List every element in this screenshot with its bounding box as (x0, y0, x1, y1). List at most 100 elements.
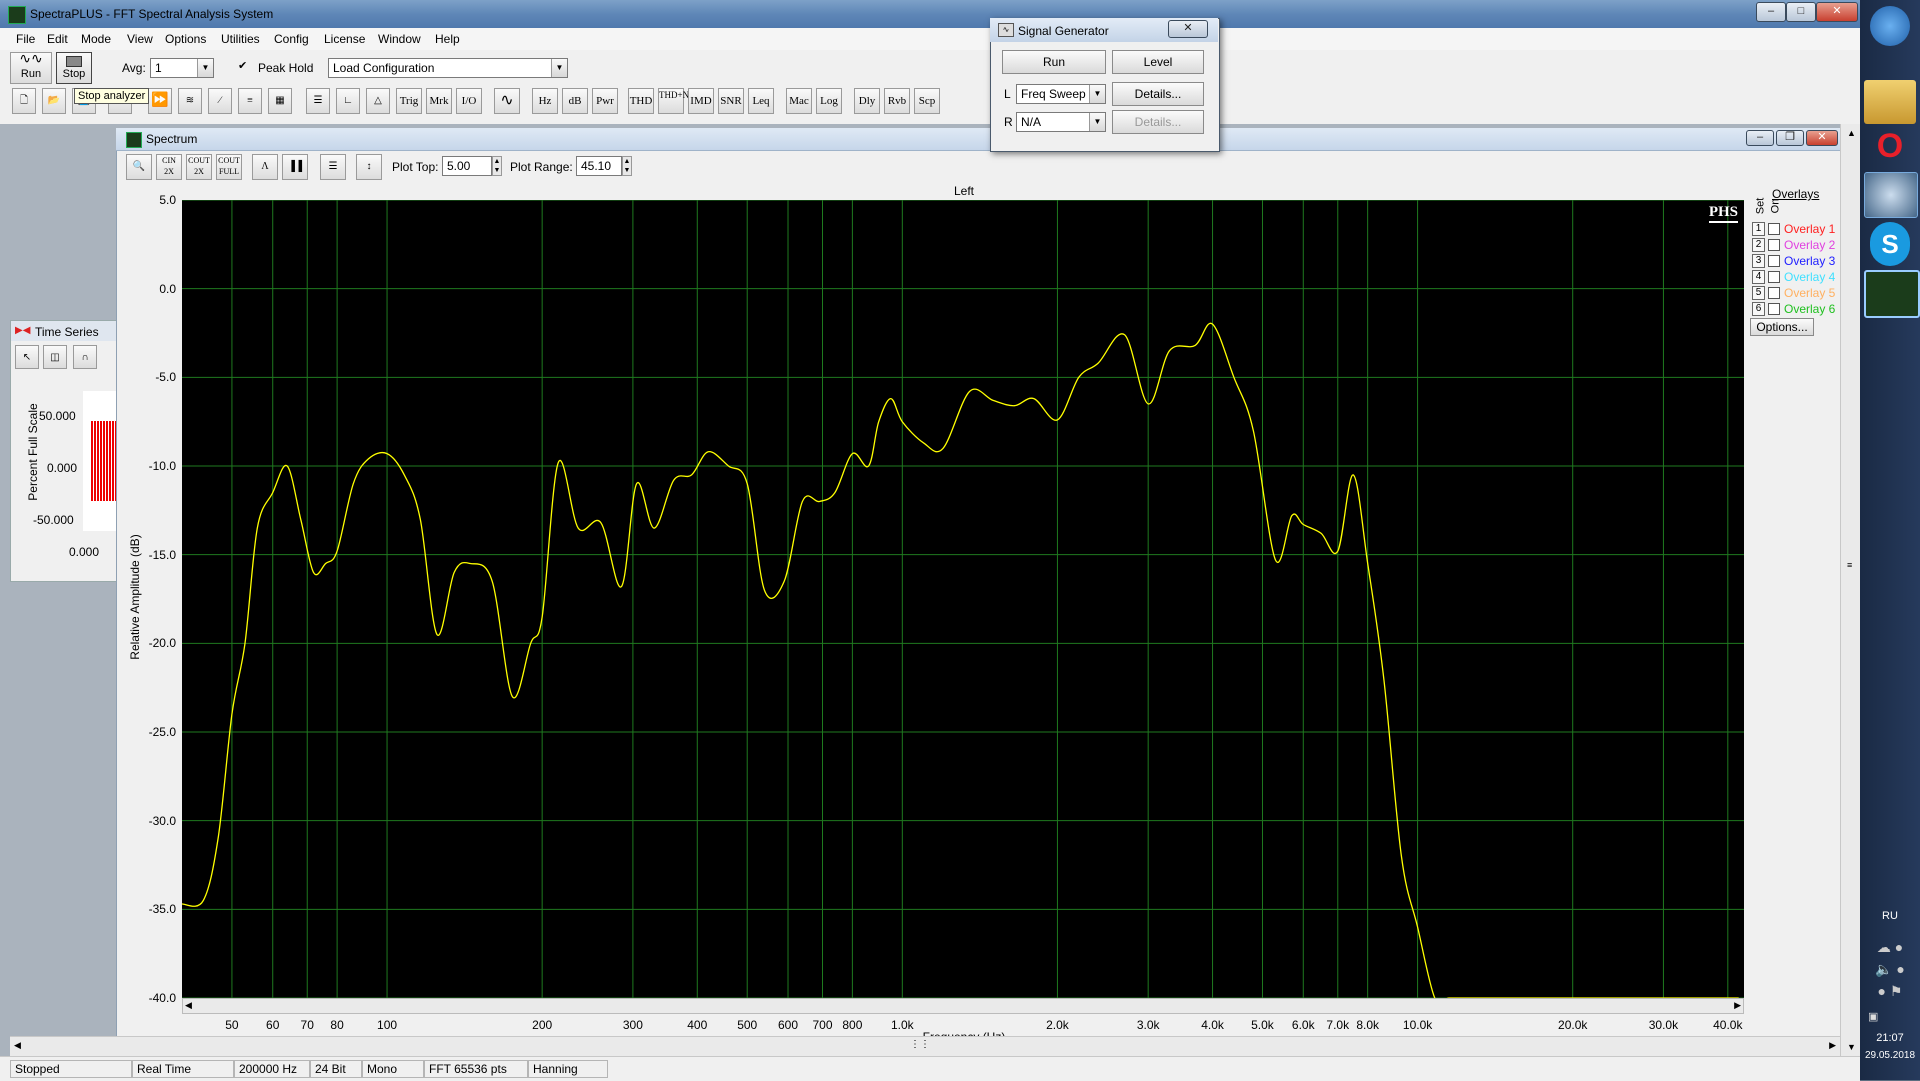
plot-top-spinner[interactable]: ▲ ▼ (492, 156, 502, 176)
signal-generator-titlebar[interactable]: ∿ Signal Generator ✕ (990, 18, 1218, 42)
scroll-right-icon[interactable]: ▶ (1734, 1000, 1741, 1011)
siggen-right-details-button[interactable]: Details... (1112, 110, 1204, 134)
spectrum-restore-button[interactable]: ❐ (1776, 130, 1804, 146)
siggen-left-select[interactable]: Freq Sweep ▼ (1016, 84, 1106, 104)
zoom-in-2x-icon[interactable]: CIN 2X (156, 154, 182, 180)
peak-hold-checkbox[interactable]: ✔ (238, 60, 251, 73)
main-vertical-scrollbar[interactable]: ▲ ≡ ▼ (1840, 124, 1861, 1056)
siggen-right-select[interactable]: N/A ▼ (1016, 112, 1106, 132)
signal-generator-close-button[interactable]: ✕ (1168, 20, 1208, 38)
spectrogram-icon[interactable]: ▦ (268, 88, 292, 114)
overlay-set-button[interactable]: 3 (1752, 254, 1765, 268)
menu-options[interactable]: Options (165, 32, 206, 46)
siggen-left-details-button[interactable]: Details... (1112, 82, 1204, 106)
peak-tool-icon[interactable]: ∩ (73, 345, 97, 369)
new-file-icon[interactable]: 🗋 (12, 88, 36, 114)
chevron-down-icon[interactable]: ▼ (1089, 85, 1105, 103)
db-button[interactable]: dB (562, 88, 588, 114)
configuration-select[interactable]: Load Configuration ▼ (328, 58, 568, 78)
thd-n-button[interactable]: THD+N (658, 88, 689, 114)
imd-button[interactable]: IMD (688, 88, 714, 114)
mrk-button[interactable]: Mrk (426, 88, 452, 114)
spectrum-plot[interactable]: PHS (182, 200, 1744, 998)
menu-utilities[interactable]: Utilities (221, 32, 260, 46)
menu-help[interactable]: Help (435, 32, 460, 46)
overlay-set-button[interactable]: 5 (1752, 286, 1765, 300)
peak-marker-icon[interactable]: Λ (252, 154, 278, 180)
overlay-options-button[interactable]: Options... (1750, 318, 1814, 336)
cursor-icon[interactable]: ↖ (15, 345, 39, 369)
explorer-taskbar-icon[interactable] (1864, 80, 1916, 124)
avg-select[interactable]: 1 ▼ (150, 58, 214, 78)
scroll-grip-icon[interactable]: ≡ (1847, 560, 1852, 570)
overlay-checkbox[interactable] (1768, 255, 1780, 267)
sine-icon[interactable]: ∿ (494, 88, 520, 114)
zoom-tool-icon[interactable]: ◫ (43, 345, 67, 369)
scroll-down-icon[interactable]: ▼ (1847, 1042, 1856, 1052)
axis-icon[interactable]: ∟ (336, 88, 360, 114)
zoom-out-2x-icon[interactable]: COUT 2X (186, 154, 212, 180)
tray-icons[interactable]: ☁ ● 🔈 ● ● ⚑ (1868, 936, 1912, 1006)
menu-view[interactable]: View (127, 32, 153, 46)
snr-button[interactable]: SNR (718, 88, 744, 114)
spectrum-minimize-button[interactable]: – (1746, 130, 1774, 146)
overlay-checkbox[interactable] (1768, 271, 1780, 283)
trig-button[interactable]: Trig (396, 88, 422, 114)
triangle-icon[interactable]: △ (366, 88, 390, 114)
spectrum-close-button[interactable]: ✕ (1806, 130, 1838, 146)
run-button[interactable]: ∿∿ Run (10, 52, 52, 84)
io-button[interactable]: I/O (456, 88, 482, 114)
spectrum-titlebar[interactable]: Spectrum – ❐ ✕ (116, 128, 1843, 151)
menu-mode[interactable]: Mode (81, 32, 111, 46)
overlay-set-button[interactable]: 4 (1752, 270, 1765, 284)
menu-license[interactable]: License (324, 32, 365, 46)
maximize-button[interactable]: □ (1786, 2, 1816, 22)
scroll-left-icon[interactable]: ◀ (14, 1040, 21, 1051)
minimize-button[interactable]: – (1756, 2, 1786, 22)
menu-window[interactable]: Window (378, 32, 421, 46)
scroll-grip-icon[interactable]: ⋮⋮ (910, 1039, 930, 1050)
hz-button[interactable]: Hz (532, 88, 558, 114)
zoom-out-full-icon[interactable]: COUT FULL (216, 154, 242, 180)
leq-button[interactable]: Leq (748, 88, 774, 114)
table-icon[interactable]: ☰ (320, 154, 346, 180)
overlay-set-button[interactable]: 2 (1752, 238, 1765, 252)
chevron-down-icon[interactable]: ▼ (197, 59, 213, 77)
browser-taskbar-icon[interactable] (1864, 172, 1918, 218)
bars-icon[interactable]: ▐▐ (282, 154, 308, 180)
range-icon[interactable]: ↕ (356, 154, 382, 180)
overlay-checkbox[interactable] (1768, 239, 1780, 251)
tray-monitor-icon[interactable]: ▣ (1868, 1010, 1878, 1023)
chevron-down-icon[interactable]: ▼ (1089, 113, 1105, 131)
overlay-checkbox[interactable] (1768, 223, 1780, 235)
overlay-set-button[interactable]: 1 (1752, 222, 1765, 236)
thd-button[interactable]: THD (628, 88, 654, 114)
overlay-set-button[interactable]: 6 (1752, 302, 1765, 316)
dly-button[interactable]: Dly (854, 88, 880, 114)
plot-range-input[interactable]: 45.10 (576, 156, 622, 176)
scroll-right-icon[interactable]: ▶ (1829, 1040, 1836, 1051)
menu-file[interactable]: File (16, 32, 35, 46)
log-button[interactable]: Log (816, 88, 842, 114)
overlay-checkbox[interactable] (1768, 303, 1780, 315)
fast-forward-icon[interactable]: ⏩ (148, 88, 172, 114)
rvb-button[interactable]: Rvb (884, 88, 910, 114)
overlay-checkbox[interactable] (1768, 287, 1780, 299)
opera-taskbar-icon[interactable]: O (1864, 124, 1916, 168)
menu-edit[interactable]: Edit (47, 32, 68, 46)
menu-config[interactable]: Config (274, 32, 309, 46)
peak-icon[interactable]: ≋ (178, 88, 202, 114)
siggen-level-button[interactable]: Level (1112, 50, 1204, 74)
open-folder-icon[interactable]: 📂 (42, 88, 66, 114)
spectraplus-taskbar-icon[interactable] (1864, 270, 1920, 318)
plot-top-input[interactable]: 5.00 (442, 156, 492, 176)
language-indicator[interactable]: RU (1860, 910, 1920, 922)
main-horizontal-scrollbar[interactable]: ◀ ⋮⋮ ▶ (10, 1036, 1840, 1057)
skype-taskbar-icon[interactable]: S (1870, 222, 1910, 266)
plot-range-spinner[interactable]: ▲ ▼ (622, 156, 632, 176)
siggen-run-button[interactable]: Run (1002, 50, 1106, 74)
scroll-left-icon[interactable]: ◀ (185, 1000, 192, 1011)
chevron-down-icon[interactable]: ▼ (551, 59, 567, 77)
close-button[interactable]: ✕ (1816, 2, 1858, 22)
ramp-icon[interactable]: ∕ (208, 88, 232, 114)
